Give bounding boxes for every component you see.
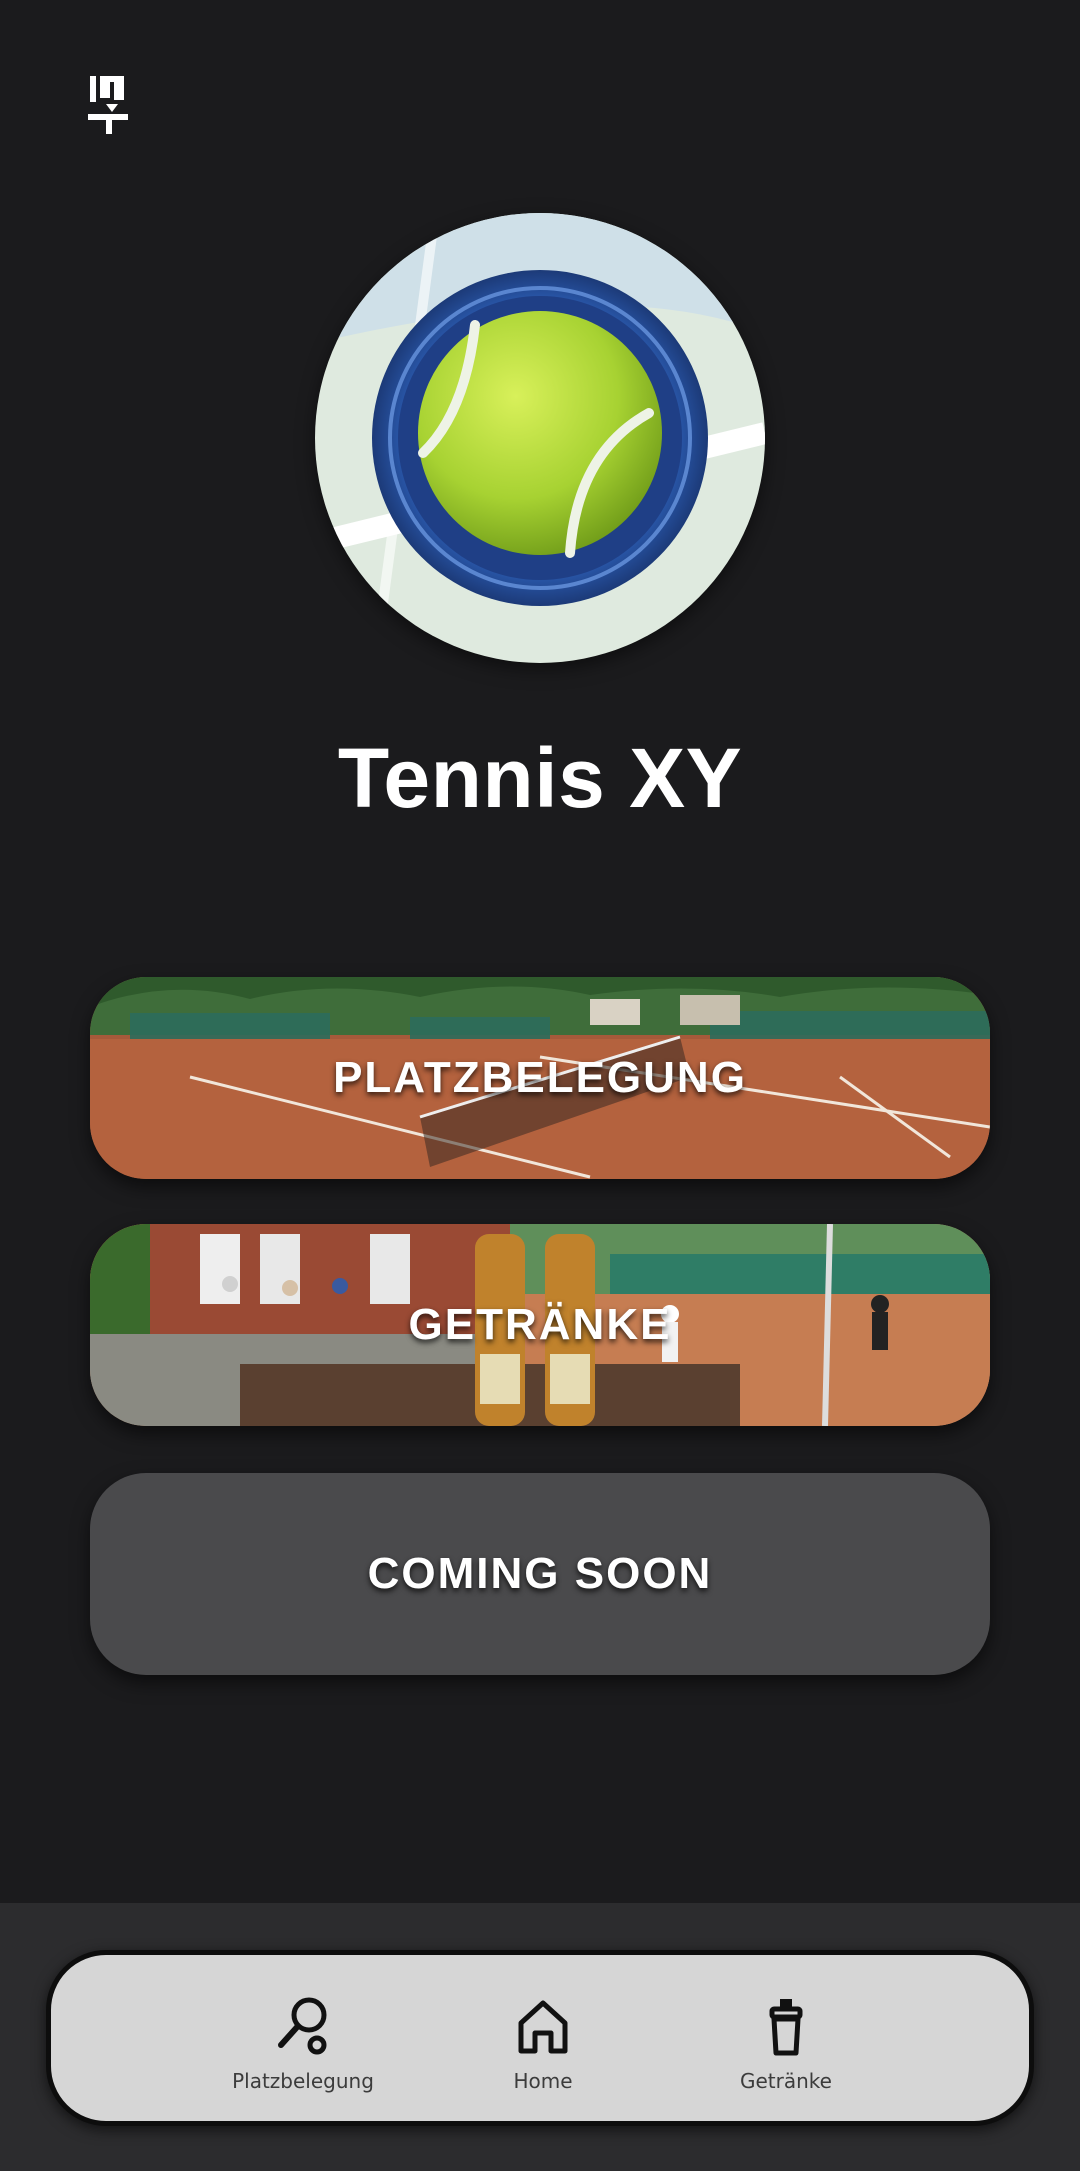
getraenke-label: GETRÄNKE bbox=[408, 1300, 672, 1349]
home-icon bbox=[518, 2000, 568, 2054]
nav-item-getraenke[interactable]: Getränke bbox=[686, 1995, 886, 2105]
nav-label-home: Home bbox=[513, 2069, 573, 2093]
platzbelegung-label: PLATZBELEGUNG bbox=[333, 1053, 747, 1102]
tennis-racket-icon bbox=[278, 1997, 327, 2055]
home-screen: Tennis XY PLATZBELEGUNG GETRÄNKE COMING … bbox=[0, 0, 1080, 2171]
nav-item-home[interactable]: Home bbox=[443, 1995, 643, 2105]
coming-soon-label: COMING SOON bbox=[367, 1549, 713, 1598]
club-logo bbox=[315, 213, 765, 663]
coming-soon-tile[interactable]: COMING SOON bbox=[90, 1473, 990, 1675]
platzbelegung-tile[interactable]: PLATZBELEGUNG bbox=[90, 977, 990, 1179]
drink-bottle-icon bbox=[769, 1999, 803, 2056]
club-title: Tennis XY bbox=[337, 731, 743, 825]
nav-label-getraenke: Getränke bbox=[740, 2069, 832, 2093]
nav-label-platzbelegung: Platzbelegung bbox=[232, 2069, 374, 2093]
menu-icon[interactable] bbox=[86, 74, 130, 136]
bottom-navigation: Platzbelegung Home Getränke bbox=[46, 1950, 1034, 2126]
nav-item-platzbelegung[interactable]: Platzbelegung bbox=[203, 1995, 403, 2105]
getraenke-tile[interactable]: GETRÄNKE bbox=[90, 1224, 990, 1426]
